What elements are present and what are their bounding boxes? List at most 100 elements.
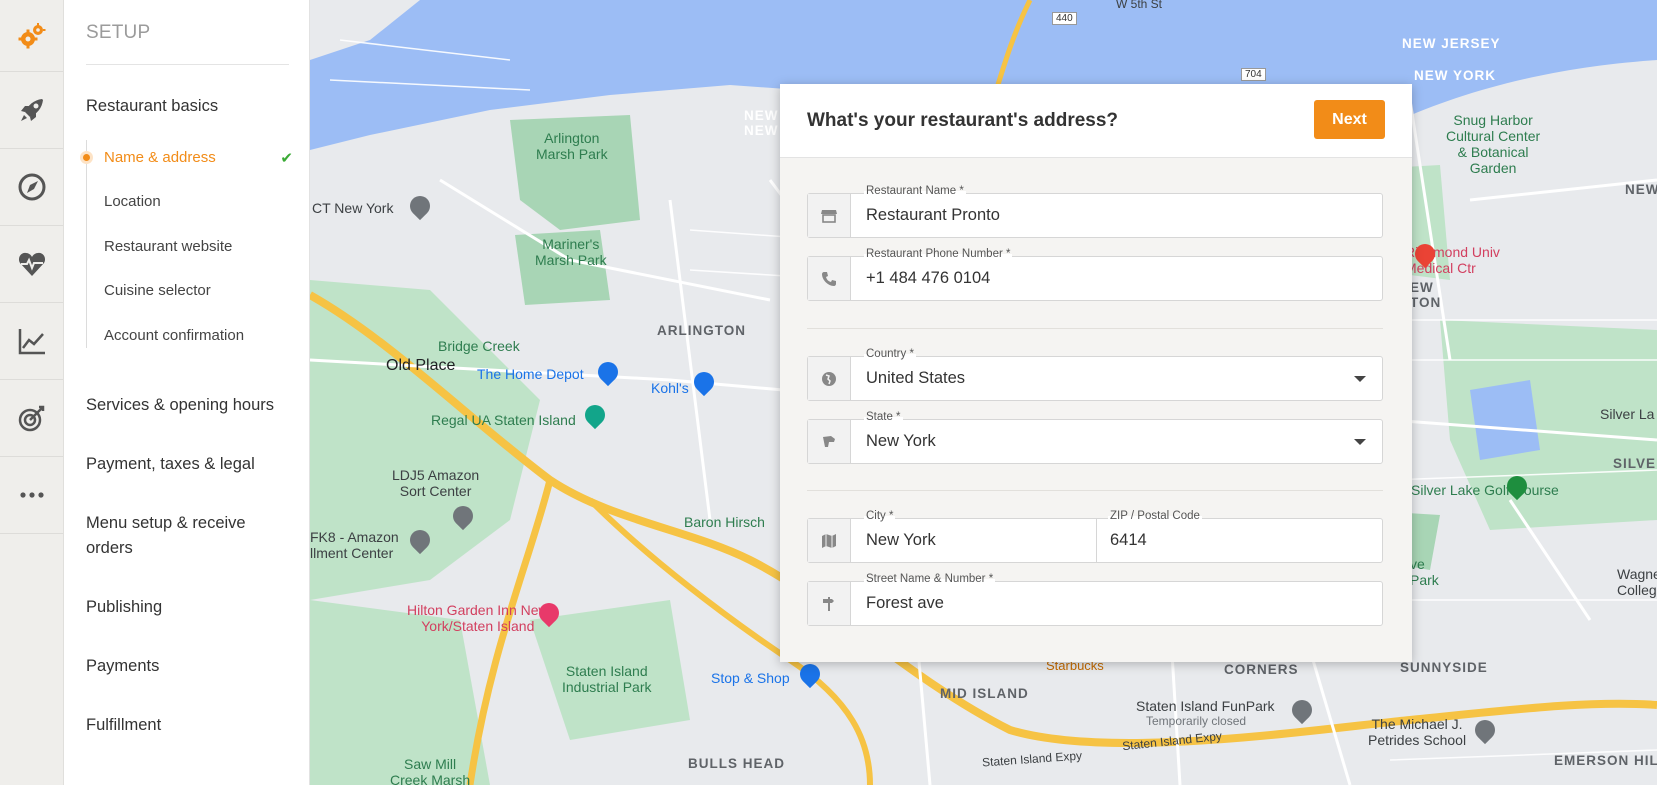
- map-label-ldj5: LDJ5 Amazon Sort Center: [392, 467, 480, 499]
- street-field[interactable]: Street Name & Number * Forest ave: [807, 573, 1383, 626]
- map-label-e-park: ve Park: [1410, 556, 1439, 588]
- section-restaurant-basics[interactable]: Restaurant basics: [86, 94, 286, 119]
- map-label-hilton: Hilton Garden Inn New York/Staten Island: [407, 602, 549, 634]
- dialog-header: What's your restaurant's address? Next: [780, 84, 1412, 158]
- map-label-bridge-creek: Bridge Creek: [438, 338, 520, 354]
- state-label: State *: [864, 411, 903, 423]
- subitem-name-address[interactable]: Name & address ✔: [83, 149, 293, 167]
- restaurant-name-value[interactable]: Restaurant Pronto: [866, 206, 1000, 225]
- state-value[interactable]: New York: [866, 432, 936, 451]
- zip-label: ZIP / Postal Code: [1108, 510, 1202, 522]
- more-icon[interactable]: [0, 457, 63, 534]
- state-select[interactable]: State * New York: [807, 411, 1383, 464]
- rocket-icon[interactable]: [0, 72, 63, 149]
- city-zip-row[interactable]: City * New York ZIP / Postal Code 6414: [807, 510, 1383, 563]
- city-label: City *: [864, 510, 896, 522]
- zip-value[interactable]: 6414: [1110, 531, 1147, 550]
- map-label-bulls-head: BULLS HEAD: [688, 756, 785, 771]
- icon-rail: [0, 0, 64, 785]
- map-region-icon: [808, 420, 851, 463]
- map-label-regal: Regal UA Staten Island: [431, 412, 576, 428]
- map-label-funpark: Staten Island FunPark: [1136, 698, 1275, 714]
- phone-icon: [808, 257, 851, 300]
- map-label-ew-ton: EW TON: [1410, 280, 1442, 310]
- map-label-snug-harbor: Snug Harbor Cultural Center & Botanical Gar…: [1446, 112, 1541, 176]
- subitem-account-confirmation[interactable]: Account confirmation: [104, 327, 244, 344]
- map-label-home-depot: The Home Depot: [477, 366, 584, 382]
- map-label-silver-lake: Silver La: [1600, 406, 1655, 422]
- map-label-corners: CORNERS: [1224, 662, 1299, 677]
- section-payments[interactable]: Payments: [86, 654, 286, 679]
- check-icon: ✔: [280, 150, 293, 167]
- dialog-title: What's your restaurant's address?: [807, 110, 1119, 131]
- subitem-restaurant-website[interactable]: Restaurant website: [104, 238, 232, 255]
- signpost-icon: [808, 582, 851, 625]
- map-label-wagner: WagnerColleg: [1617, 566, 1657, 598]
- globe-icon: [808, 357, 851, 400]
- map-label-baron-hirsch: Baron Hirsch: [684, 514, 765, 530]
- setup-sidebar: SETUP Restaurant basics Name & address ✔…: [64, 0, 310, 785]
- map-label-w5th: W 5th St: [1116, 0, 1163, 11]
- map-label-saw-mill: Saw Mill Creek Marsh: [390, 756, 471, 785]
- map-label-ct-new-york: CT New York: [312, 200, 394, 216]
- street-label: Street Name & Number *: [864, 573, 996, 585]
- map-label-new-jersey: NEW JERSEY: [1402, 36, 1501, 51]
- target-icon[interactable]: [0, 380, 63, 457]
- section-payment-taxes-legal[interactable]: Payment, taxes & legal: [86, 452, 286, 477]
- map-label-petrides: The Michael J. Petrides School: [1368, 716, 1467, 748]
- map-label-route-704: 704: [1241, 68, 1266, 81]
- chevron-down-icon[interactable]: [1354, 376, 1366, 382]
- country-select[interactable]: Country * United States: [807, 348, 1383, 401]
- section-menu-setup[interactable]: Menu setup & receive orders: [86, 511, 286, 561]
- street-value[interactable]: Forest ave: [866, 594, 944, 613]
- map-label-mid-island: MID ISLAND: [940, 686, 1029, 701]
- subitem-location[interactable]: Location: [104, 193, 161, 210]
- map-label-fk8: FK8 - Amazon llment Center: [310, 529, 399, 561]
- map-label-new-york-top: NEW NEW: [744, 108, 779, 138]
- chart-icon[interactable]: [0, 303, 63, 380]
- field-separator: [1096, 519, 1097, 562]
- address-dialog: What's your restaurant's address? Next R…: [780, 84, 1412, 662]
- map-label-mariners-marsh: Mariner's Marsh Park: [535, 236, 607, 268]
- country-value[interactable]: United States: [866, 369, 965, 388]
- map-label-old-place: Old Place: [386, 357, 456, 374]
- compass-icon[interactable]: [0, 149, 63, 226]
- setup-title: SETUP: [86, 22, 151, 43]
- map-label-silver-lake-golf: Silver Lake Golf Course: [1411, 482, 1559, 498]
- map-label-staten-industrial: Staten Island Industrial Park: [562, 663, 652, 695]
- map-label-kohls: Kohl's: [651, 380, 689, 396]
- store-icon: [808, 194, 851, 237]
- map-label-route-440: 440: [1052, 12, 1077, 25]
- subnav: Name & address ✔ Location Restaurant web…: [83, 140, 293, 348]
- map-label-silve: SILVE: [1613, 456, 1657, 471]
- restaurant-phone-label: Restaurant Phone Number *: [864, 248, 1013, 260]
- map-label-sunnyside: SUNNYSIDE: [1400, 660, 1488, 675]
- country-label: Country *: [864, 348, 916, 360]
- map-label-new-right: NEW: [1625, 182, 1657, 197]
- map-label-arlington-marsh: Arlington Marsh Park: [536, 130, 608, 162]
- gears-icon[interactable]: [0, 0, 63, 72]
- divider: [86, 64, 289, 65]
- subitem-cuisine-selector[interactable]: Cuisine selector: [104, 282, 211, 299]
- restaurant-name-label: Restaurant Name *: [864, 185, 966, 197]
- section-publishing[interactable]: Publishing: [86, 595, 286, 620]
- chevron-down-icon[interactable]: [1354, 439, 1366, 445]
- city-value[interactable]: New York: [866, 531, 936, 550]
- divider: [807, 328, 1383, 329]
- map-label-emerson-hill: EMERSON HIL: [1554, 753, 1657, 768]
- map-label-new-york: NEW YORK: [1414, 68, 1497, 83]
- section-fulfillment[interactable]: Fulfillment: [86, 713, 286, 738]
- section-services-opening-hours[interactable]: Services & opening hours: [86, 393, 286, 418]
- subitem-label: Name & address: [104, 149, 216, 166]
- folded-map-icon: [808, 519, 851, 562]
- active-indicator: [83, 154, 90, 161]
- map-label-arlington: ARLINGTON: [657, 323, 746, 338]
- heart-pulse-icon[interactable]: [0, 226, 63, 303]
- map-label-stop-shop: Stop & Shop: [711, 670, 790, 686]
- divider: [807, 490, 1383, 491]
- restaurant-phone-value[interactable]: +1 484 476 0104: [866, 269, 990, 288]
- map-label-temp-closed: Temporarily closed: [1146, 714, 1247, 728]
- restaurant-phone-field[interactable]: Restaurant Phone Number * +1 484 476 010…: [807, 248, 1383, 301]
- next-button[interactable]: Next: [1314, 100, 1385, 139]
- restaurant-name-field[interactable]: Restaurant Name * Restaurant Pronto: [807, 185, 1383, 238]
